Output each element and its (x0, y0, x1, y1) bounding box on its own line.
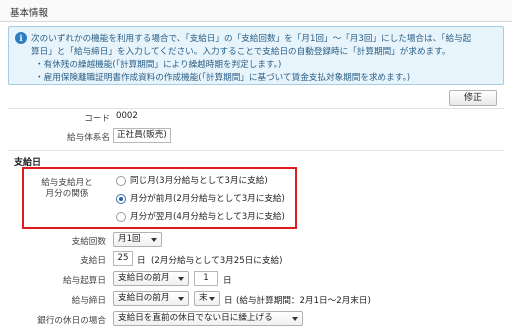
chevron-down-icon (209, 297, 215, 301)
start-month-select[interactable]: 支給日の前月 (113, 271, 189, 286)
start-label: 給与起算日 (63, 276, 106, 286)
close-month-select[interactable]: 支給日の前月 (113, 291, 189, 306)
edit-button[interactable]: 修正 (449, 90, 497, 106)
close-unit: 日 (224, 296, 233, 306)
day-input[interactable]: 25 (113, 251, 133, 266)
salary-system-label: 給与体系名 (67, 133, 110, 143)
count-select[interactable]: 月1回 (113, 232, 162, 247)
close-note: (給与計算期間：2月1日〜2月末日) (236, 296, 371, 306)
close-label: 給与締日 (71, 296, 106, 306)
radio-unchecked[interactable] (116, 212, 126, 222)
divider (8, 108, 504, 109)
info-icon: i (15, 32, 27, 44)
close-day-select[interactable]: 末 (194, 291, 220, 306)
code-label: コード (84, 114, 110, 124)
info-box: i 次のいずれかの機能を利用する場合で、「支給日」の「支給回数」を「月1回」〜「… (8, 26, 504, 85)
relation-label: 月分の関係 (45, 189, 89, 199)
page-title: 基本情報 (10, 8, 49, 19)
start-unit: 日 (223, 276, 232, 286)
divider (8, 150, 504, 151)
day-unit: 日 (137, 256, 146, 266)
info-text-line: ・有休残の繰越機能(「計算期間」により繰越時期を判定します。) (35, 60, 282, 70)
chevron-down-icon (151, 238, 157, 242)
chevron-down-icon (178, 277, 184, 281)
info-text-line: 次のいずれかの機能を利用する場合で、「支給日」の「支給回数」を「月1回」〜「月3… (31, 34, 472, 44)
count-label: 支給回数 (71, 237, 106, 247)
day-note: (2月分給与として3月25日に支給) (151, 256, 283, 266)
start-day-input[interactable]: 1 (194, 271, 218, 286)
radio-unchecked[interactable] (116, 176, 126, 186)
info-text-line: 算日」と「給与締日」を入力してください。入力することで支給日の自動登録時に「計算… (31, 47, 451, 57)
chevron-down-icon (292, 317, 298, 321)
holiday-select[interactable]: 支給日を直前の休日でない日に繰上げる (113, 311, 303, 326)
holiday-label: 銀行の休日の場合 (37, 316, 106, 326)
info-text-line: ・雇用保険離職証明書作成資料の作成機能(「計算期間」に基づいて賃金支払対象期間を… (35, 73, 411, 83)
code-value: 0002 (116, 111, 138, 121)
chevron-down-icon (178, 297, 184, 301)
day-label: 支給日 (80, 256, 106, 266)
salary-system-field: 正社員(販売) (113, 128, 171, 143)
radio-checked[interactable] (116, 194, 126, 204)
page-header: 基本情報 (0, 0, 512, 22)
